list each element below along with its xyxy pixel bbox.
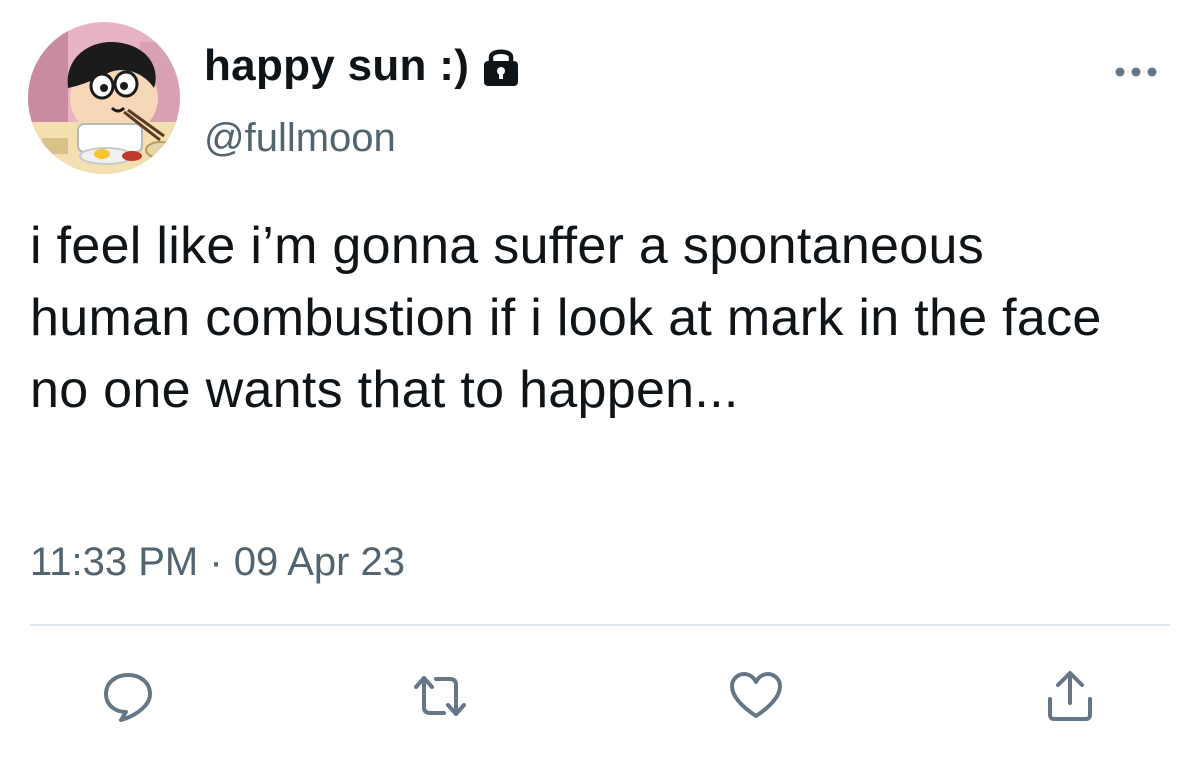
- tweet-card: happy sun :) @fullmoon i feel like i’m g…: [0, 0, 1200, 783]
- more-options-button[interactable]: [1112, 58, 1160, 86]
- reply-icon: [104, 673, 152, 722]
- share-icon: [1048, 671, 1092, 721]
- share-button[interactable]: [1042, 668, 1098, 724]
- like-button[interactable]: [728, 668, 784, 724]
- display-name-row: happy sun :): [204, 38, 521, 94]
- user-handle[interactable]: @fullmoon: [204, 116, 396, 161]
- divider: [30, 624, 1170, 626]
- reply-button[interactable]: [100, 668, 156, 724]
- heart-icon: [730, 672, 782, 718]
- retweet-button[interactable]: [412, 668, 468, 724]
- avatar[interactable]: [28, 22, 180, 174]
- avatar-image: [28, 22, 180, 174]
- retweet-icon: [414, 676, 466, 716]
- lock-icon: [481, 44, 521, 88]
- tweet-text: i feel like i’m gonna suffer a spontaneo…: [30, 217, 1102, 419]
- display-name[interactable]: happy sun :): [204, 41, 469, 91]
- tweet-timestamp[interactable]: 11:33 PM · 09 Apr 23: [30, 540, 405, 585]
- more-horizontal-icon: [1115, 67, 1157, 77]
